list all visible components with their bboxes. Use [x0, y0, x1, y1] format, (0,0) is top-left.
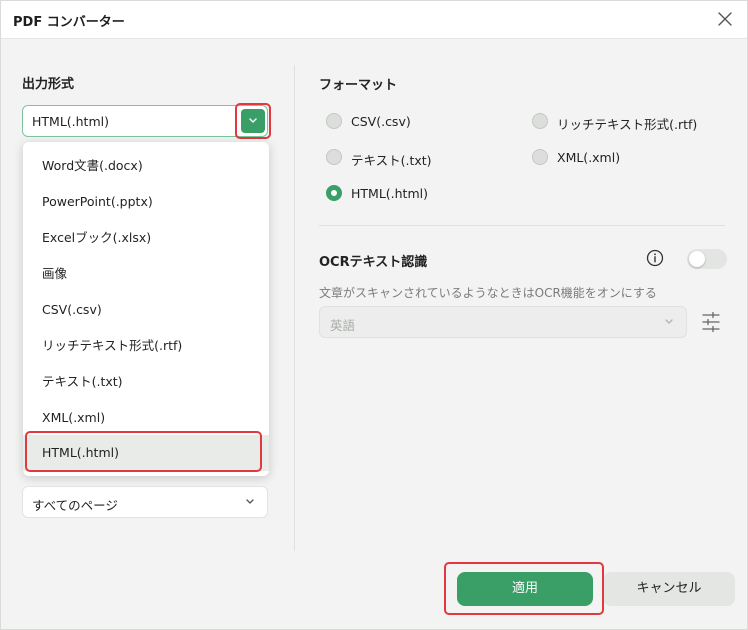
dropdown-item-powerpoint[interactable]: PowerPoint(.pptx) [23, 184, 269, 220]
settings-sliders-icon[interactable] [701, 311, 721, 333]
highlight-apply-button [444, 562, 604, 615]
radio-label-csv: CSV(.csv) [351, 114, 411, 129]
close-icon[interactable] [715, 9, 735, 29]
dropdown-item-image[interactable]: 画像 [23, 256, 269, 292]
radio-label-rtf: リッチテキスト形式(.rtf) [557, 117, 698, 132]
highlight-html-item [25, 431, 262, 472]
chevron-down-icon [665, 319, 673, 324]
panel-divider [294, 65, 295, 551]
dropdown-item-excel[interactable]: Excelブック(.xlsx) [23, 220, 269, 256]
page-range-value: すべてのページ [32, 498, 118, 513]
pdf-converter-dialog: PDF コンバーター 出力形式 HTML(.html) Word文書(.docx… [0, 0, 748, 630]
ocr-toggle[interactable] [687, 249, 727, 269]
format-label: フォーマット [319, 78, 398, 93]
page-range-select[interactable]: すべてのページ [22, 486, 268, 518]
title-bar: PDF コンバーター [1, 1, 747, 39]
dropdown-item-txt[interactable]: テキスト(.txt) [23, 364, 269, 400]
radio-csv[interactable] [326, 113, 342, 129]
radio-html[interactable] [326, 185, 342, 201]
ocr-language-value: 英語 [330, 318, 356, 333]
chevron-down-icon [246, 499, 254, 504]
highlight-dropdown-button [235, 103, 271, 139]
dropdown-item-csv[interactable]: CSV(.csv) [23, 292, 269, 328]
toggle-knob [689, 251, 705, 267]
ocr-description: 文章がスキャンされているようなときはOCR機能をオンにする [319, 286, 657, 300]
info-icon[interactable] [646, 249, 664, 267]
section-divider [319, 225, 725, 226]
output-format-label: 出力形式 [22, 77, 75, 92]
format-dropdown-menu: Word文書(.docx) PowerPoint(.pptx) Excelブック… [23, 142, 269, 476]
output-format-select[interactable]: HTML(.html) [22, 105, 268, 137]
radio-txt[interactable] [326, 149, 342, 165]
cancel-button[interactable]: キャンセル [603, 572, 735, 606]
dropdown-item-rtf[interactable]: リッチテキスト形式(.rtf) [23, 328, 269, 364]
output-format-value: HTML(.html) [32, 114, 109, 129]
radio-xml[interactable] [532, 149, 548, 165]
radio-label-txt: テキスト(.txt) [351, 153, 432, 168]
dialog-title: PDF コンバーター [13, 15, 125, 30]
dropdown-item-word[interactable]: Word文書(.docx) [23, 148, 269, 184]
ocr-language-select[interactable]: 英語 [319, 306, 687, 338]
ocr-label: OCRテキスト認識 [319, 255, 428, 270]
radio-label-xml: XML(.xml) [557, 150, 621, 165]
radio-rtf[interactable] [532, 113, 548, 129]
radio-label-html: HTML(.html) [351, 186, 428, 201]
